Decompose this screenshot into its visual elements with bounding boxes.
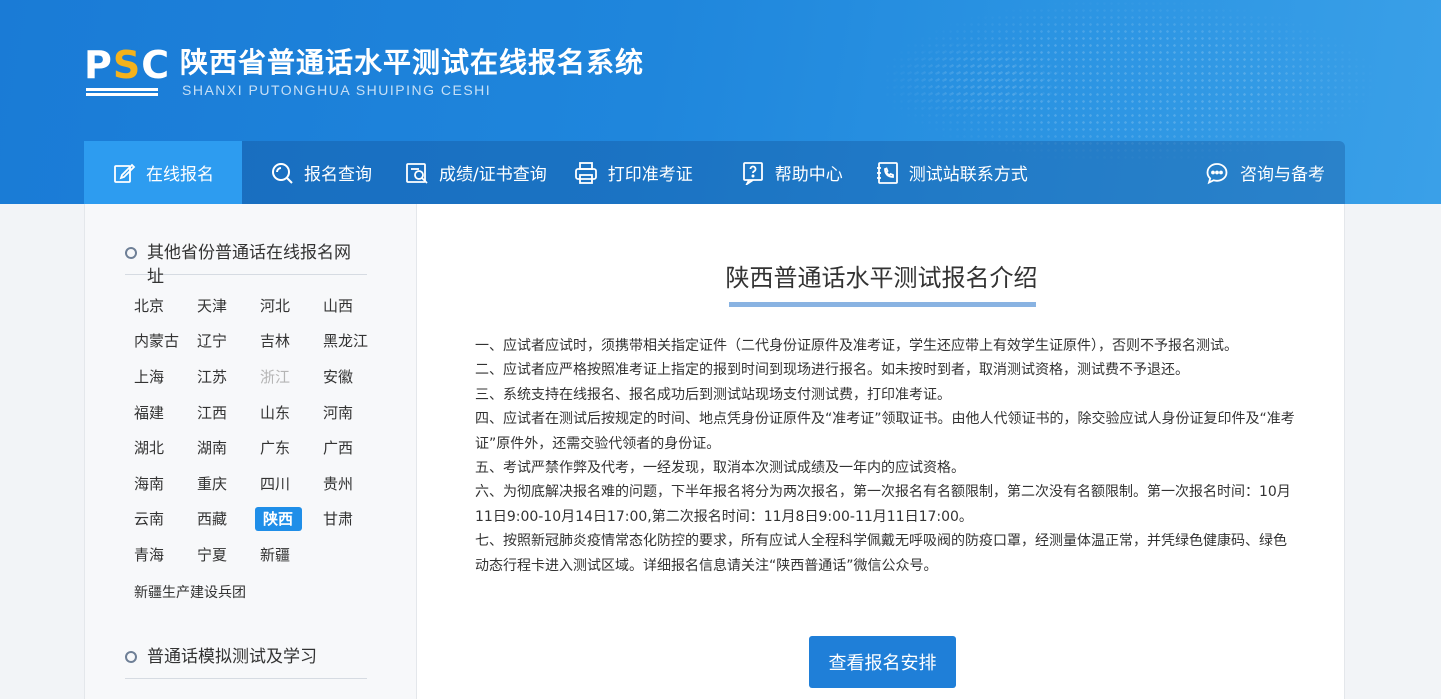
nav-label: 帮助中心: [774, 165, 843, 185]
province-link[interactable]: 河北: [255, 294, 318, 318]
main-content: 陕西普通话水平测试报名介绍 一、应试者应试时，须携带相关指定证件（二代身份证原件…: [416, 204, 1345, 699]
site-header: PSC 陕西省普通话水平测试在线报名系统 SHANXI PUTONGHUA SH…: [0, 0, 1441, 204]
province-row: 云南 西藏 陕西 甘肃: [129, 502, 389, 538]
certificate-search-icon: [405, 161, 429, 185]
rule-item: 一、应试者应试时，须携带相关指定证件（二代身份证原件及准考证，学生还应带上有效学…: [475, 338, 1238, 354]
site-title: 陕西省普通话水平测试在线报名系统: [180, 46, 645, 79]
province-link[interactable]: 北京: [129, 294, 192, 318]
psc-logo[interactable]: PSC: [84, 43, 171, 100]
main-nav: 在线报名 报名查询 成绩/证书查询 打印准考证 帮助中心 测试站联系方式 咨询与…: [84, 141, 1345, 204]
nav-label: 在线报名: [146, 165, 214, 185]
sidebar-section-mock-test: 普通话模拟测试及学习: [125, 645, 367, 679]
site-subtitle: SHANXI PUTONGHUA SHUIPING CESHI: [182, 82, 492, 98]
province-link[interactable]: 黑龙江: [318, 329, 381, 353]
nav-label: 咨询与备考: [1240, 165, 1325, 185]
nav-item-help-center[interactable]: 帮助中心: [741, 141, 843, 204]
province-row: 青海 宁夏 新疆: [129, 537, 389, 573]
edit-icon: [112, 161, 136, 185]
province-grid: 北京 天津 河北 山西 内蒙古 辽宁 吉林 黑龙江 上海 江苏 浙江 安徽 福建…: [129, 288, 389, 573]
section-title: 其他省份普通话在线报名网址: [146, 243, 351, 287]
nav-item-station-contact[interactable]: 测试站联系方式: [875, 141, 1028, 204]
province-link[interactable]: 辽宁: [192, 329, 255, 353]
nav-item-consult[interactable]: 咨询与备考: [1204, 141, 1325, 204]
rule-item: 四、应试者在测试后按规定的时间、地点凭身份证原件及“准考证”领取证书。由他人代领…: [475, 411, 1295, 452]
nav-item-signup-query[interactable]: 报名查询: [270, 141, 372, 204]
search-icon: [270, 161, 294, 185]
rule-item: 七、按照新冠肺炎疫情常态化防控的要求，所有应试人全程科学佩戴无呼吸阀的防疫口罩，…: [475, 533, 1287, 574]
province-row: 湖北 湖南 广东 广西: [129, 430, 389, 466]
phone-contact-icon: [875, 161, 899, 185]
province-link[interactable]: 福建: [129, 401, 192, 425]
province-link[interactable]: 海南: [129, 472, 192, 496]
province-link[interactable]: 广西: [318, 436, 381, 460]
province-row: 上海 江苏 浙江 安徽: [129, 359, 389, 395]
province-link[interactable]: 安徽: [318, 365, 381, 389]
province-link[interactable]: 山东: [255, 401, 318, 425]
province-row: 福建 江西 山东 河南: [129, 395, 389, 431]
province-link[interactable]: 新疆: [255, 543, 318, 567]
title-underline: [729, 302, 1036, 307]
province-link[interactable]: 湖南: [192, 436, 255, 460]
province-link[interactable]: 青海: [129, 543, 192, 567]
nav-item-score-query[interactable]: 成绩/证书查询: [405, 141, 547, 204]
printer-icon: [574, 161, 598, 185]
province-link[interactable]: 河南: [318, 401, 381, 425]
province-link[interactable]: 吉林: [255, 329, 318, 353]
logo-text: PSC: [84, 43, 171, 87]
nav-item-print-ticket[interactable]: 打印准考证: [574, 141, 693, 204]
nav-label: 测试站联系方式: [908, 165, 1028, 185]
province-link[interactable]: 重庆: [192, 472, 255, 496]
nav-label: 报名查询: [304, 165, 372, 185]
sidebar-section-other-provinces: 其他省份普通话在线报名网址: [125, 241, 367, 287]
bullet-circle-icon: [125, 651, 137, 663]
province-link-selected[interactable]: 陕西: [255, 507, 302, 532]
view-schedule-button[interactable]: 查看报名安排: [809, 636, 956, 688]
rule-item: 二、应试者应严格按照准考证上指定的报到时间到现场进行报名。如未按时到者，取消测试…: [475, 362, 1189, 379]
province-link[interactable]: 湖北: [129, 436, 192, 460]
province-link[interactable]: 宁夏: [192, 543, 255, 567]
rule-item: 五、考试严禁作弊及代考，一经发现，取消本次测试成绩及一年内的应试资格。: [475, 460, 965, 477]
province-link[interactable]: 江苏: [192, 365, 255, 389]
province-link[interactable]: 内蒙古: [129, 329, 192, 353]
rule-item: 三、系统支持在线报名、报名成功后到测试站现场支付测试费，打印准考证。: [475, 386, 951, 403]
chat-bubble-icon: [1204, 160, 1230, 186]
page-title: 陕西普通话水平测试报名介绍: [725, 264, 1038, 292]
sidebar: 其他省份普通话在线报名网址 北京 天津 河北 山西 内蒙古 辽宁 吉林 黑龙江 …: [84, 204, 416, 699]
province-link[interactable]: 甘肃: [318, 507, 381, 531]
rule-item: 六、为彻底解决报名难的问题，下半年报名将分为两次报名，第一次报名有名额限制，第二…: [475, 484, 1291, 525]
rules-list: 一、应试者应试时，须携带相关指定证件（二代身份证原件及准考证，学生还应带上有效学…: [475, 334, 1295, 578]
province-row: 海南 重庆 四川 贵州: [129, 466, 389, 502]
province-link[interactable]: 四川: [255, 472, 318, 496]
province-row: 北京 天津 河北 山西: [129, 288, 389, 324]
province-link[interactable]: 天津: [192, 294, 255, 318]
province-row: 内蒙古 辽宁 吉林 黑龙江: [129, 324, 389, 360]
nav-label: 打印准考证: [607, 165, 693, 185]
logo-bars: [86, 88, 158, 98]
nav-label: 成绩/证书查询: [439, 165, 547, 185]
province-link[interactable]: 上海: [129, 365, 192, 389]
province-link-disabled: 浙江: [260, 367, 291, 386]
nav-item-online-signup[interactable]: 在线报名: [84, 141, 242, 204]
province-link[interactable]: 江西: [192, 401, 255, 425]
world-map-decoration-2: [851, 20, 1111, 140]
province-link[interactable]: 云南: [129, 507, 192, 531]
province-link[interactable]: 贵州: [318, 472, 381, 496]
help-icon: [741, 161, 765, 185]
section-title[interactable]: 普通话模拟测试及学习: [147, 645, 317, 669]
province-link-xinjiang-corps[interactable]: 新疆生产建设兵团: [134, 582, 246, 602]
province-link[interactable]: 广东: [255, 436, 318, 460]
province-link[interactable]: 山西: [318, 294, 381, 318]
bullet-circle-icon: [125, 247, 137, 259]
province-link[interactable]: 西藏: [192, 507, 255, 531]
